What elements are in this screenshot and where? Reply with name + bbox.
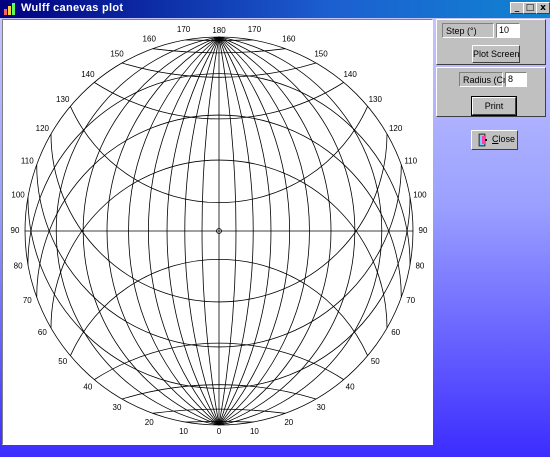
- step-label: Step (°): [442, 23, 494, 38]
- tick-label-left: 100: [11, 191, 25, 200]
- window-title: Wulff canevas plot: [21, 2, 124, 14]
- tick-label-left: 40: [83, 382, 92, 391]
- minimize-button[interactable]: _: [510, 2, 524, 14]
- tick-label-left: 60: [38, 328, 47, 337]
- tick-label-right: 170: [248, 25, 262, 34]
- title-bar[interactable]: Wulff canevas plot _ □ x: [0, 0, 550, 18]
- tick-label-left: 50: [58, 357, 67, 366]
- step-input[interactable]: 10: [496, 23, 520, 38]
- radius-label: Radius (Cm): [459, 72, 514, 87]
- plot-screen-button[interactable]: Plot Screen: [472, 45, 520, 63]
- tick-label-left: 140: [81, 70, 95, 79]
- tick-label-left: 130: [56, 95, 70, 104]
- app-icon: [4, 3, 15, 15]
- print-button[interactable]: Print: [471, 96, 517, 116]
- tick-label-left: 110: [21, 156, 34, 165]
- tick-label-left: 90: [11, 226, 20, 235]
- print-panel: Radius (Cm) 8 Print: [436, 67, 546, 117]
- tick-label-left: 80: [14, 262, 23, 271]
- tick-label-left: 150: [110, 49, 124, 58]
- tick-label-right: 60: [391, 328, 400, 337]
- close-button-label: Close: [492, 134, 516, 144]
- close-window-button[interactable]: x: [536, 2, 550, 14]
- door-exit-icon: [478, 133, 487, 147]
- tick-label-right: 140: [343, 70, 357, 79]
- plot-canvas: 180 0 170 160 150 140 130 120 110 100 90 80 70 60 50 40…: [2, 19, 433, 445]
- tick-label-right: 20: [284, 418, 293, 427]
- tick-label-right: 160: [282, 34, 296, 43]
- maximize-button[interactable]: □: [523, 2, 537, 14]
- tick-label-right: 110: [404, 156, 417, 165]
- app-window: Wulff canevas plot _ □ x 180 0 170 160 150 14…: [0, 0, 550, 457]
- tick-label-right: 120: [389, 124, 403, 133]
- tick-label-right: 90: [419, 226, 428, 235]
- tick-label-left: 30: [113, 403, 122, 412]
- tick-label-right: 10: [250, 427, 259, 436]
- tick-label-right: 30: [317, 403, 326, 412]
- tick-label-top: 180: [212, 26, 226, 35]
- radius-input[interactable]: 8: [505, 72, 527, 87]
- tick-label-right: 100: [413, 191, 427, 200]
- tick-label-right: 80: [415, 262, 424, 271]
- tick-label-left: 160: [143, 34, 157, 43]
- tick-label-left: 10: [179, 427, 188, 436]
- tick-label-left: 20: [145, 418, 154, 427]
- step-panel: Step (°) 10 Plot Screen: [436, 19, 546, 65]
- tick-label-left: 120: [36, 124, 50, 133]
- tick-label-right: 40: [346, 382, 355, 391]
- tick-label-left: 170: [177, 25, 191, 34]
- wulff-net: 180 0 170 160 150 140 130 120 110 100 90 80 70 60 50 40…: [11, 25, 428, 436]
- tick-label-right: 50: [371, 357, 380, 366]
- tick-label-right: 70: [406, 296, 415, 305]
- tick-label-bottom: 0: [217, 427, 222, 436]
- close-button[interactable]: Close: [471, 130, 518, 150]
- tick-label-right: 150: [314, 49, 328, 58]
- tick-label-right: 130: [369, 95, 383, 104]
- tick-label-left: 70: [23, 296, 32, 305]
